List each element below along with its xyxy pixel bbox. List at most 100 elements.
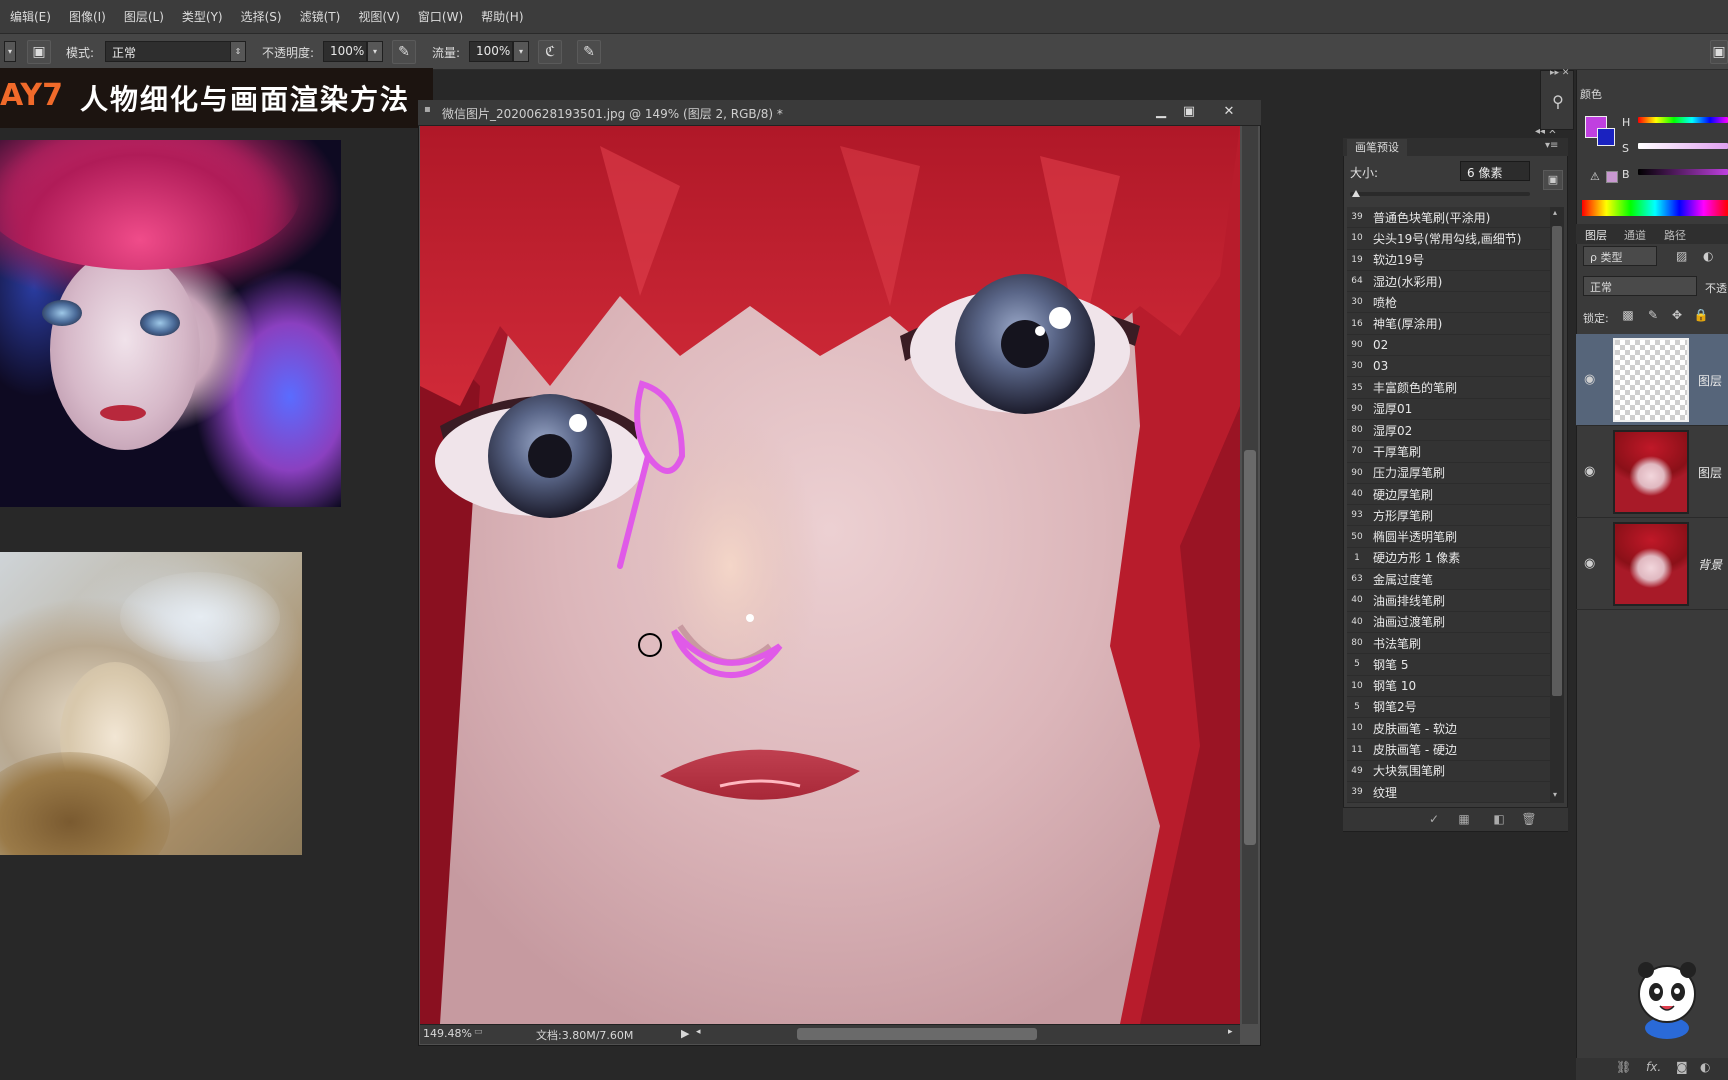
tab-channels[interactable]: 通道 [1624,227,1646,243]
brush-preset-item[interactable]: 19 软边19号 [1347,249,1550,271]
brush-size-field[interactable]: 6 像素 [1460,161,1530,181]
menu-type[interactable]: 类型(Y) [182,8,223,25]
brush-preset-item[interactable]: 5 钢笔2号 [1347,696,1550,719]
brush-preset-manager-icon[interactable]: ▦ [1455,810,1473,828]
layer-blend-mode-select[interactable]: 正常 [1583,276,1697,296]
tab-color[interactable]: 颜色 [1580,86,1602,102]
brush-list-scroll-down-icon[interactable]: ▾ [1553,790,1557,799]
brush-preset-item[interactable]: 50 椭圆半透明笔刷 [1347,526,1550,548]
brush-preset-item[interactable]: 30 喷枪 [1347,292,1550,314]
tool-preset-arrow-icon[interactable]: ▾ [4,41,16,62]
brush-preset-item[interactable]: 40 油画过渡笔刷 [1347,611,1550,633]
workspace-icon[interactable]: ▣ [1710,40,1728,64]
layer-name[interactable]: 背景 [1698,556,1722,573]
lock-all-icon[interactable]: 🔒 [1693,308,1709,324]
delete-preset-icon[interactable]: 🗑 [1520,810,1538,828]
out-of-gamut-warning-icon[interactable]: ⚠ [1590,170,1600,183]
reset-size-icon[interactable]: ▣ [1543,170,1563,190]
brush-preset-item[interactable]: 90 湿厚01 [1347,398,1550,420]
layer-name[interactable]: 图层 [1698,464,1722,481]
pressure-opacity-icon[interactable]: ✎ [392,40,416,64]
canvas-vertical-scroll-thumb[interactable] [1244,450,1256,845]
adjustment-layer-icon[interactable]: ◐ [1700,1060,1710,1074]
brush-preset-item[interactable]: 30 03 [1347,356,1550,378]
brush-size-slider-handle[interactable] [1352,190,1360,197]
visibility-eye-icon[interactable]: ◉ [1584,556,1595,571]
menu-layer[interactable]: 图层(L) [124,8,164,25]
tab-layers[interactable]: 图层 [1585,227,1607,243]
link-layers-icon[interactable]: ⛓ [1616,1060,1631,1074]
saturation-slider[interactable] [1638,143,1728,149]
menu-view[interactable]: 视图(V) [358,8,400,25]
opacity-field[interactable]: 100% [323,41,367,62]
visibility-eye-icon[interactable]: ◉ [1584,372,1595,387]
filter-image-icon[interactable]: ▨ [1676,249,1687,263]
airbrush-icon[interactable]: ℭ [538,40,562,64]
minimize-icon[interactable]: ▁ [1148,102,1174,122]
brush-preset-item[interactable]: 35 丰富颜色的笔刷 [1347,377,1550,399]
brush-preset-item[interactable]: 80 湿厚02 [1347,419,1550,442]
brush-preset-item[interactable]: 90 02 [1347,334,1550,357]
brush-tool-icon[interactable]: ⚲ [1545,92,1571,118]
brush-preset-item[interactable]: 49 大块氛围笔刷 [1347,760,1550,783]
tab-brush-presets[interactable]: 画笔预设 [1347,139,1407,156]
brush-preset-item[interactable]: 39 普通色块笔刷(平涂用) [1347,207,1550,229]
lock-position-icon[interactable]: ✥ [1669,308,1685,324]
menu-select[interactable]: 选择(S) [241,8,282,25]
menu-filter[interactable]: 滤镜(T) [300,8,341,25]
lock-paint-icon[interactable]: ✎ [1645,308,1661,324]
opacity-arrow-icon[interactable]: ▾ [367,41,383,62]
menu-window[interactable]: 窗口(W) [418,8,463,25]
close-icon[interactable]: ✕ [1216,102,1242,122]
brush-preset-item[interactable]: 10 尖头19号(常用勾线,画细节) [1347,228,1550,250]
toolstrip-collapse-icon[interactable]: ▸▸ ✕ [1550,68,1569,78]
background-color-swatch[interactable] [1597,128,1615,146]
brush-preset-item[interactable]: 40 油画排线笔刷 [1347,590,1550,612]
toggle-brush-panel-icon[interactable]: ✓ [1425,810,1443,828]
layer-kind-filter[interactable]: ρ 类型 [1583,246,1657,266]
layer-name[interactable]: 图层 [1698,372,1722,389]
brush-preset-item[interactable]: 90 压力湿厚笔刷 [1347,462,1550,484]
scroll-right-arrow-icon[interactable]: ▸ [1228,1027,1233,1037]
pressure-size-icon[interactable]: ✎ [577,40,601,64]
brush-preset-item[interactable]: 80 书法笔刷 [1347,632,1550,655]
maximize-icon[interactable]: ▣ [1176,102,1202,122]
brush-preset-item[interactable]: 40 硬边厚笔刷 [1347,483,1550,506]
brush-preset-item[interactable]: 10 皮肤画笔 - 软边 [1347,718,1550,740]
flow-arrow-icon[interactable]: ▾ [513,41,529,62]
mode-select[interactable]: 正常 [105,41,245,62]
brush-preset-item[interactable]: 16 神笔(厚涂用) [1347,313,1550,335]
mode-select-arrow-icon[interactable]: ⇕ [230,41,246,62]
brush-preset-item[interactable]: 63 金属过度笔 [1347,569,1550,591]
visibility-eye-icon[interactable]: ◉ [1584,464,1595,479]
lock-transparency-icon[interactable]: ▩ [1620,308,1636,324]
brush-size-slider[interactable] [1350,192,1530,196]
menu-image[interactable]: 图像(I) [69,8,106,25]
brush-list-scroll-thumb[interactable] [1552,226,1562,696]
zoom-readout[interactable]: 149.48% [423,1027,472,1040]
color-spectrum-bar[interactable] [1582,200,1728,216]
preview-icon[interactable]: ▭ [474,1027,483,1037]
add-mask-icon[interactable]: ◙ [1676,1060,1688,1074]
brush-preset-item[interactable]: 5 钢笔 5 [1347,654,1550,676]
menu-help[interactable]: 帮助(H) [481,8,523,25]
layer-style-icon[interactable]: fx. [1646,1060,1661,1074]
hue-slider[interactable] [1638,117,1728,123]
filter-adjustment-icon[interactable]: ◐ [1703,249,1713,263]
brush-preset-item[interactable]: 64 湿边(水彩用) [1347,270,1550,293]
gamut-color-swatch[interactable] [1606,171,1618,183]
brush-preset-item[interactable]: 11 皮肤画笔 - 硬边 [1347,739,1550,761]
flow-field[interactable]: 100% [469,41,513,62]
brush-preset-item[interactable]: 10 钢笔 10 [1347,675,1550,697]
brush-preset-item[interactable]: 93 方形厚笔刷 [1347,505,1550,527]
menu-edit[interactable]: 编辑(E) [10,8,51,25]
brightness-slider[interactable] [1638,169,1728,175]
brush-preset-item[interactable]: 1 硬边方形 1 像素 [1347,547,1550,570]
brush-list-scroll-up-icon[interactable]: ▴ [1553,208,1557,217]
painting-canvas[interactable] [420,126,1240,1024]
scroll-left-arrow-icon[interactable]: ◂ [696,1027,701,1037]
tab-paths[interactable]: 路径 [1664,227,1686,243]
brush-preset-item[interactable]: 39 纹理 [1347,782,1550,803]
status-menu-arrow-icon[interactable]: ▶ [681,1027,689,1040]
new-preset-icon[interactable]: ◧ [1490,810,1508,828]
